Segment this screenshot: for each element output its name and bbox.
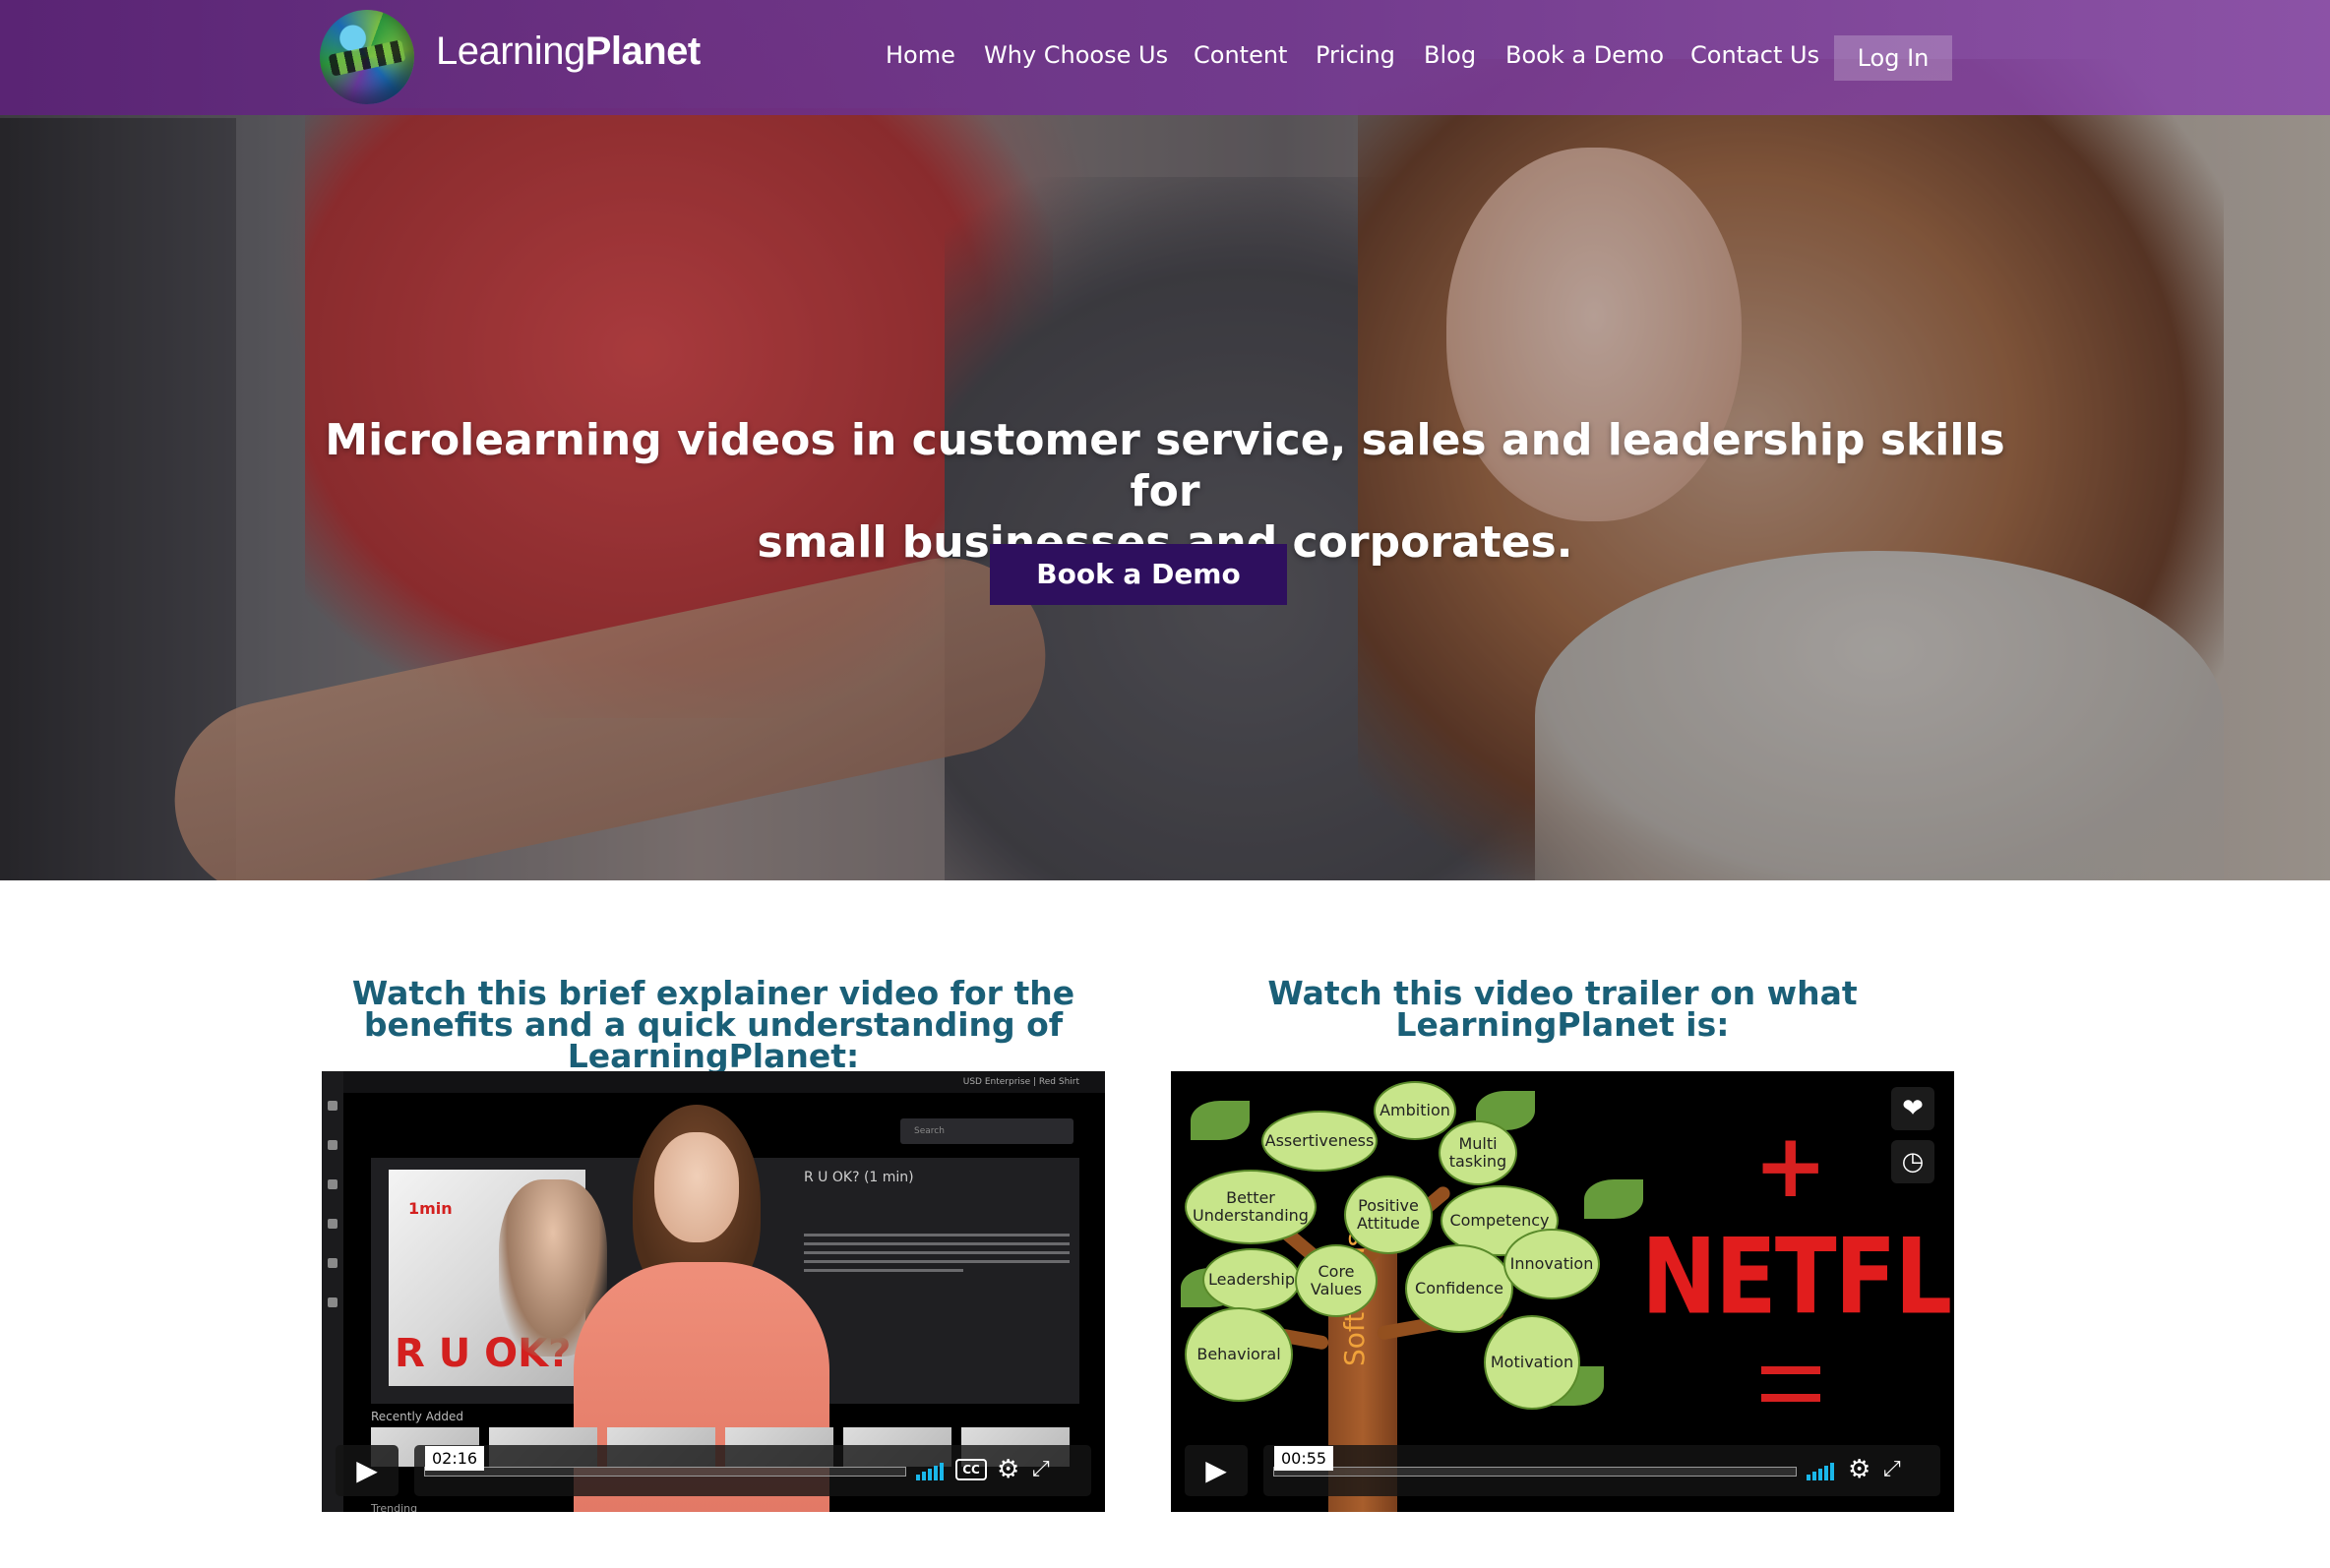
trailer-video-player[interactable]: Soft Skills Ambition Assertiveness Multi…: [1171, 1071, 1954, 1512]
hero-headline-line-1: Microlearning videos in customer service…: [325, 415, 2005, 516]
time-tooltip: 02:16: [425, 1446, 485, 1471]
home-icon: [328, 1101, 337, 1111]
nav-pricing[interactable]: Pricing: [1316, 41, 1395, 69]
tree-leaf: [1191, 1101, 1250, 1140]
nav-home[interactable]: Home: [886, 41, 955, 69]
gear-icon[interactable]: ⚙: [997, 1455, 1019, 1484]
skill-bubble-motivation: Motivation: [1484, 1315, 1580, 1410]
star-icon: [328, 1219, 337, 1229]
skill-bubble-positive-attitude: Positive Attitude: [1344, 1176, 1433, 1254]
explainer-video-player[interactable]: USD Enterprise | Red Shirt Search 1min R…: [322, 1071, 1105, 1512]
skill-bubble-confidence: Confidence: [1405, 1244, 1513, 1333]
briefcase-icon: [328, 1140, 337, 1150]
login-button[interactable]: Log In: [1834, 35, 1952, 81]
nav-book-a-demo[interactable]: Book a Demo: [1505, 41, 1664, 69]
skill-bubble-multitasking: Multi tasking: [1439, 1120, 1517, 1185]
skill-bubble-innovation: Innovation: [1503, 1229, 1600, 1299]
control-bar: 02:16 CC ⚙ ⤢: [414, 1445, 1091, 1496]
control-bar: 00:55 ⚙ ⤢: [1263, 1445, 1940, 1496]
app-topbar-text: USD Enterprise | Red Shirt: [962, 1077, 1079, 1087]
trending-label: Trending: [371, 1502, 418, 1512]
cc-icon[interactable]: CC: [955, 1459, 987, 1480]
book-demo-button[interactable]: Book a Demo: [990, 544, 1287, 605]
player-controls: ▶ 02:16 CC ⚙ ⤢: [336, 1445, 1091, 1496]
monitor-icon: [328, 1179, 337, 1189]
trailer-heading-line-2: LearningPlanet is:: [1395, 1005, 1730, 1044]
time-tooltip: 00:55: [1274, 1446, 1334, 1471]
nav-contact-us[interactable]: Contact Us: [1690, 41, 1819, 69]
clock-icon[interactable]: ◷: [1891, 1140, 1934, 1183]
explainer-heading-line-3: LearningPlanet:: [567, 1037, 860, 1075]
skill-bubble-core-values: Core Values: [1295, 1244, 1378, 1317]
app-topbar: USD Enterprise | Red Shirt: [343, 1071, 1105, 1093]
equals-sign: [1761, 1366, 1820, 1408]
play-icon[interactable]: ▶: [336, 1445, 399, 1496]
globe-logo-icon[interactable]: [320, 10, 414, 104]
fullscreen-icon[interactable]: ⤢: [1032, 1457, 1050, 1481]
skill-bubble-assertiveness: Assertiveness: [1261, 1111, 1378, 1172]
plus-sign: +: [1753, 1115, 1828, 1218]
player-controls: ▶ 00:55 ⚙ ⤢: [1185, 1445, 1940, 1496]
fullscreen-icon[interactable]: ⤢: [1883, 1457, 1901, 1481]
nav-blog[interactable]: Blog: [1424, 41, 1476, 69]
brand-light: Learning: [436, 30, 585, 73]
chat-icon: [328, 1297, 337, 1307]
app-card-description: [804, 1234, 1070, 1278]
thumbnail-badge: 1min: [408, 1199, 453, 1218]
volume-icon[interactable]: [1807, 1461, 1836, 1480]
volume-icon[interactable]: [916, 1461, 946, 1480]
chart-icon: [328, 1258, 337, 1268]
nav-why-choose-us[interactable]: Why Choose Us: [984, 41, 1168, 69]
gear-icon[interactable]: ⚙: [1848, 1455, 1870, 1484]
brand-logo-text[interactable]: LearningPlanet: [436, 30, 701, 74]
progress-track[interactable]: 00:55: [1273, 1446, 1797, 1477]
skill-bubble-better-understanding: Better Understanding: [1185, 1170, 1317, 1244]
progress-track[interactable]: 02:16: [424, 1446, 906, 1477]
netflix-wordmark: NETFLIX: [1641, 1216, 1954, 1339]
trailer-video-heading: Watch this video trailer on what Learnin…: [1171, 977, 1954, 1044]
app-search-field: Search: [900, 1118, 1073, 1144]
tree-leaf: [1584, 1179, 1643, 1219]
play-icon[interactable]: ▶: [1185, 1445, 1248, 1496]
heart-icon[interactable]: ❤: [1891, 1087, 1934, 1130]
explainer-video-heading: Watch this brief explainer video for the…: [322, 977, 1105, 1075]
skill-bubble-ambition: Ambition: [1374, 1081, 1456, 1140]
recently-added-label: Recently Added: [371, 1410, 463, 1423]
brand-bold: Planet: [584, 30, 702, 73]
nav-content[interactable]: Content: [1194, 41, 1287, 69]
skill-bubble-behavioral: Behavioral: [1185, 1307, 1293, 1402]
skill-bubble-leadership: Leadership: [1202, 1248, 1301, 1311]
site-header: LearningPlanet Home Why Choose Us Conten…: [0, 0, 2330, 115]
